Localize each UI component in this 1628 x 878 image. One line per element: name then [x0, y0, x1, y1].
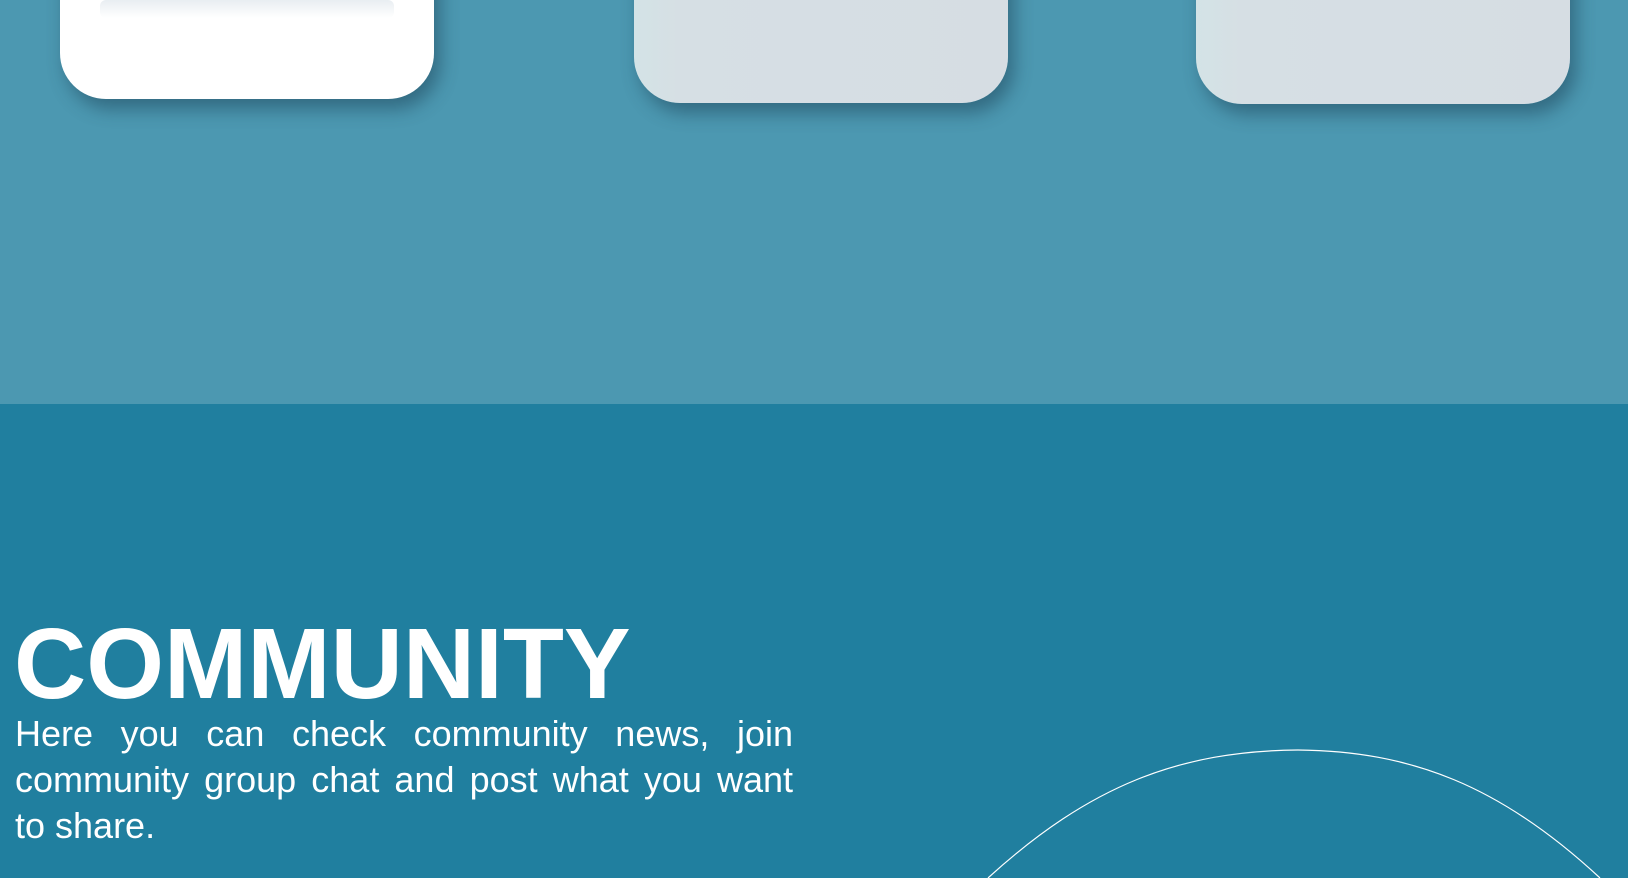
feature-card-1[interactable] [60, 0, 434, 99]
feature-card-2[interactable] [634, 0, 1008, 103]
decorative-arc [940, 745, 1628, 878]
top-band [0, 0, 1628, 404]
community-title: COMMUNITY [14, 608, 631, 720]
card-content-shadow [100, 0, 394, 18]
community-description: Here you can check community news, join … [15, 713, 793, 846]
decorative-arc-icon [987, 749, 1601, 878]
feature-card-3[interactable] [1196, 0, 1570, 104]
